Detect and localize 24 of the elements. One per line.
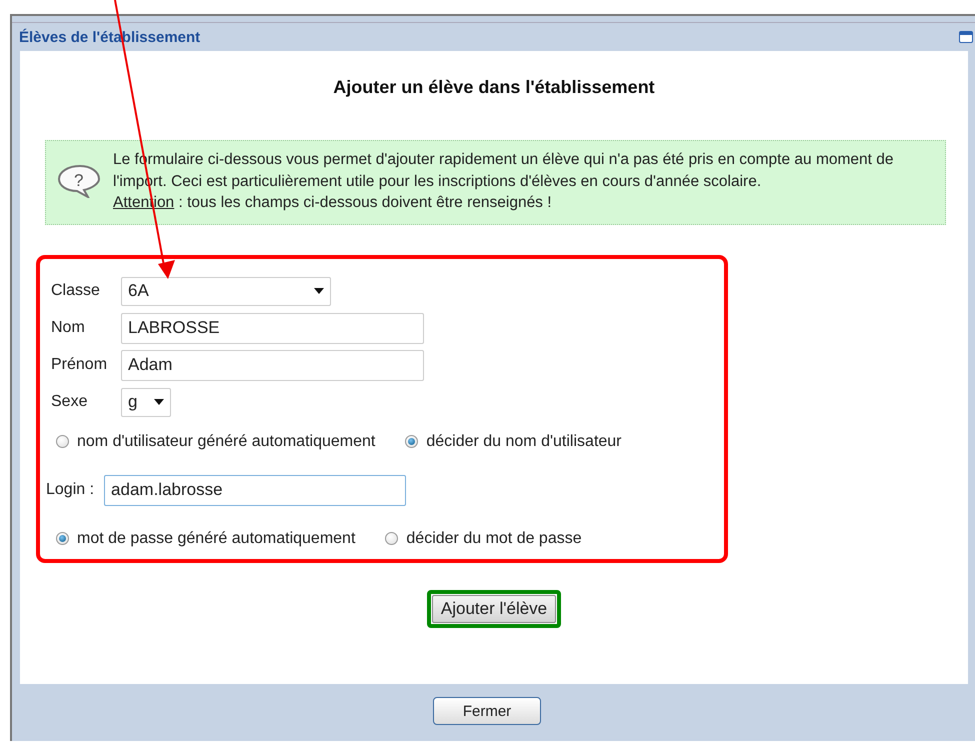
field-label: Nom bbox=[51, 319, 86, 337]
caret-icon bbox=[154, 399, 164, 405]
maximize-icon[interactable] bbox=[959, 31, 973, 43]
field-label: Prénom bbox=[51, 356, 108, 374]
input-field[interactable]: Adam bbox=[121, 350, 424, 380]
radio-button[interactable] bbox=[56, 435, 69, 448]
add-student-button[interactable]: Ajouter l'élève bbox=[432, 594, 556, 622]
radio-button[interactable] bbox=[385, 532, 398, 545]
login-field[interactable]: adam.labrosse bbox=[104, 474, 406, 506]
field-label: Login : bbox=[46, 481, 94, 499]
field-label: Sexe bbox=[51, 393, 88, 411]
form-heading: Ajouter un élève dans l'établissement bbox=[332, 77, 656, 99]
field-label: Classe bbox=[51, 282, 101, 300]
select-field[interactable]: 6A bbox=[121, 276, 331, 306]
radio-label: décider du nom d'utilisateur bbox=[426, 432, 622, 450]
caret-icon bbox=[314, 288, 324, 294]
input-field[interactable]: LABROSSE bbox=[121, 312, 424, 344]
select-field[interactable]: g bbox=[121, 388, 171, 416]
radio-label: nom d'utilisateur généré automatiquement bbox=[77, 432, 376, 450]
radio-button[interactable] bbox=[56, 532, 69, 545]
radio-label: mot de passe généré automatiquement bbox=[77, 530, 356, 548]
close-button[interactable]: Fermer bbox=[433, 697, 541, 725]
radio-label: décider du mot de passe bbox=[406, 530, 582, 548]
radio-button[interactable] bbox=[405, 435, 418, 448]
